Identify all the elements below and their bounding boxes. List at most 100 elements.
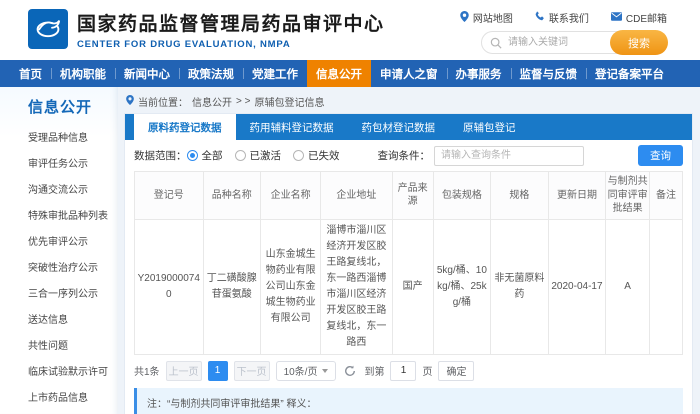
page-size-select[interactable]: 10条/页 — [276, 361, 337, 381]
sidebar-item-special-approval[interactable]: 特殊审批品种列表 — [28, 204, 118, 230]
pagination: 共1条 上一页 1 下一页 10条/页 到第 页 确定 — [125, 355, 692, 386]
col-company-address: 企业地址 — [321, 172, 392, 220]
site-title: 国家药品监督管理局药品审评中心 — [77, 9, 385, 36]
goto-page-input[interactable] — [390, 361, 416, 381]
pagination-total: 共1条 — [134, 363, 160, 378]
sitemap-label: 网站地图 — [473, 10, 513, 25]
tab-api-registration[interactable]: 原料药登记数据 — [134, 114, 236, 140]
nav-item-info-disclosure[interactable]: 信息公开 — [307, 60, 371, 87]
phone-icon — [535, 11, 545, 24]
nav-item-services[interactable]: 办事服务 — [447, 60, 511, 87]
cell-registration-no: Y20190000740 — [135, 219, 204, 354]
query-condition-label: 查询条件： — [378, 148, 431, 163]
location-pin-icon — [460, 11, 469, 25]
sitemap-link[interactable]: 网站地图 — [460, 10, 513, 25]
note-title: 注：“与制剂共同审评审批结果” 释义： — [147, 395, 673, 410]
breadcrumb-prefix: 当前位置： — [138, 94, 188, 109]
col-package-spec: 包装规格 — [433, 172, 491, 220]
next-page-button[interactable]: 下一页 — [234, 361, 270, 381]
breadcrumb-current: 原辅包登记信息 — [254, 94, 324, 109]
breadcrumb: 当前位置： 信息公开 > > 原辅包登记信息 — [126, 93, 693, 110]
site-subtitle: CENTER FOR DRUG EVALUATION, NMPA — [77, 39, 385, 50]
data-panel: 原料药登记数据 药用辅料登记数据 药包材登记数据 原辅包登记 数据范围： 全部 … — [124, 113, 693, 414]
tab-excipient-registration[interactable]: 药用辅料登记数据 — [236, 114, 348, 140]
search-icon — [490, 36, 502, 54]
cell-joint-review-result: A — [606, 219, 650, 354]
sidebar-item-accepted-varieties[interactable]: 受理品种信息 — [28, 126, 118, 152]
page-1-button[interactable]: 1 — [208, 361, 228, 381]
query-button[interactable]: 查询 — [638, 145, 683, 166]
radio-option-active[interactable]: 已激活 — [235, 148, 282, 163]
radio-option-all[interactable]: 全部 — [187, 148, 223, 163]
goto-suffix: 页 — [422, 363, 432, 378]
search-button[interactable]: 搜索 — [610, 30, 668, 55]
goto-confirm-button[interactable]: 确定 — [438, 361, 474, 381]
location-pin-icon — [126, 95, 134, 108]
sidebar-item-three-in-one[interactable]: 三合一序列公示 — [28, 282, 118, 308]
sidebar-item-breakthrough-therapy[interactable]: 突破性治疗公示 — [28, 256, 118, 282]
tab-packaging-registration[interactable]: 药包材登记数据 — [348, 114, 450, 140]
nav-item-news[interactable]: 新闻中心 — [115, 60, 179, 87]
page: 国家药品监督管理局药品审评中心 CENTER FOR DRUG EVALUATI… — [0, 0, 700, 414]
goto-label: 到第 — [364, 363, 384, 378]
filter-row: 数据范围： 全部 已激活 已失效 查询条件： 查询 — [125, 140, 692, 171]
nav-item-registration-platform[interactable]: 登记备案平台 — [586, 60, 673, 87]
refresh-icon[interactable] — [342, 363, 358, 379]
table-row: Y20190000740 丁二磺酸腺苷蛋氨酸 山东金城生物药业有限公司山东金城生… — [135, 219, 683, 354]
col-update-date: 更新日期 — [548, 172, 606, 220]
cell-spec: 非无菌原料药 — [491, 219, 549, 354]
contact-label: 联系我们 — [549, 10, 589, 25]
cell-company-address: 淄博市淄川区经济开发区胶王路复线北，东一路西淄博市淄川区经济开发区胶王路复线北，… — [321, 219, 392, 354]
swan-icon — [32, 11, 64, 48]
mailbox-link[interactable]: CDE邮箱 — [611, 10, 667, 25]
col-joint-review-result: 与制剂共同审评审批结果 — [606, 172, 650, 220]
nav-item-party[interactable]: 党建工作 — [243, 60, 307, 87]
legend-note: 注：“与制剂共同审评审批结果” 释义： 符号 代表含义 A 已批准在上市制剂使用… — [134, 388, 683, 414]
col-registration-no: 登记号 — [135, 172, 204, 220]
col-remark: 备注 — [650, 172, 683, 220]
site-header: 国家药品监督管理局药品审评中心 CENTER FOR DRUG EVALUATI… — [0, 0, 700, 60]
radio-all[interactable] — [187, 150, 198, 161]
cell-company-name: 山东金城生物药业有限公司山东金城生物药业有限公司 — [261, 219, 321, 354]
nav-item-policy[interactable]: 政策法规 — [179, 60, 243, 87]
page-size-value: 10条/页 — [284, 363, 318, 378]
nav-item-applicant-window[interactable]: 申请人之窗 — [371, 60, 447, 87]
sidebar-item-priority-review[interactable]: 优先审评公示 — [28, 230, 118, 256]
nav-item-supervision[interactable]: 监督与反馈 — [511, 60, 587, 87]
sidebar-item-clinical-trial-implied-license[interactable]: 临床试验默示许可 — [28, 360, 118, 386]
cell-package-spec: 5kg/桶、10kg/桶、25kg/桶 — [433, 219, 491, 354]
cde-logo[interactable] — [28, 9, 68, 49]
sidebar-item-common-issues[interactable]: 共性问题 — [28, 334, 118, 360]
chevron-down-icon — [322, 369, 328, 373]
query-condition-input[interactable] — [434, 146, 584, 166]
sidebar-item-review-tasks[interactable]: 审评任务公示 — [28, 152, 118, 178]
quick-links: 网站地图 联系我们 CDE邮箱 — [460, 10, 667, 25]
sidebar-item-communication[interactable]: 沟通交流公示 — [28, 178, 118, 204]
radio-active-label: 已激活 — [250, 148, 282, 163]
radio-option-expired[interactable]: 已失效 — [293, 148, 340, 163]
breadcrumb-separator: > > — [236, 96, 250, 107]
cell-product-source: 国产 — [392, 219, 433, 354]
radio-active[interactable] — [235, 150, 246, 161]
main-nav: 首页 机构职能 新闻中心 政策法规 党建工作 信息公开 申请人之窗 办事服务 监… — [0, 60, 700, 87]
tab-raw-aux-pack[interactable]: 原辅包登记 — [449, 114, 530, 140]
mailbox-label: CDE邮箱 — [626, 10, 667, 25]
cell-remark — [650, 219, 683, 354]
contact-link[interactable]: 联系我们 — [535, 10, 589, 25]
col-product-source: 产品来源 — [392, 172, 433, 220]
main-content: 当前位置： 信息公开 > > 原辅包登记信息 原料药登记数据 药用辅料登记数据 药… — [118, 87, 700, 414]
nav-item-functions[interactable]: 机构职能 — [51, 60, 115, 87]
breadcrumb-section[interactable]: 信息公开 — [192, 94, 232, 109]
table-header-row: 登记号 品种名称 企业名称 企业地址 产品来源 包装规格 规格 更新日期 与制剂… — [135, 172, 683, 220]
col-variety-name: 品种名称 — [203, 172, 261, 220]
sidebar-title: 信息公开 — [28, 96, 118, 117]
prev-page-button[interactable]: 上一页 — [166, 361, 202, 381]
radio-all-label: 全部 — [202, 148, 223, 163]
nav-item-home[interactable]: 首页 — [10, 60, 51, 87]
sidebar-item-delivery-info[interactable]: 送达信息 — [28, 308, 118, 334]
cell-variety-name: 丁二磺酸腺苷蛋氨酸 — [203, 219, 261, 354]
site-title-block: 国家药品监督管理局药品审评中心 CENTER FOR DRUG EVALUATI… — [77, 9, 385, 50]
cell-update-date: 2020-04-17 — [548, 219, 606, 354]
sidebar-item-marketed-drugs[interactable]: 上市药品信息 — [28, 386, 118, 412]
radio-expired[interactable] — [293, 150, 304, 161]
